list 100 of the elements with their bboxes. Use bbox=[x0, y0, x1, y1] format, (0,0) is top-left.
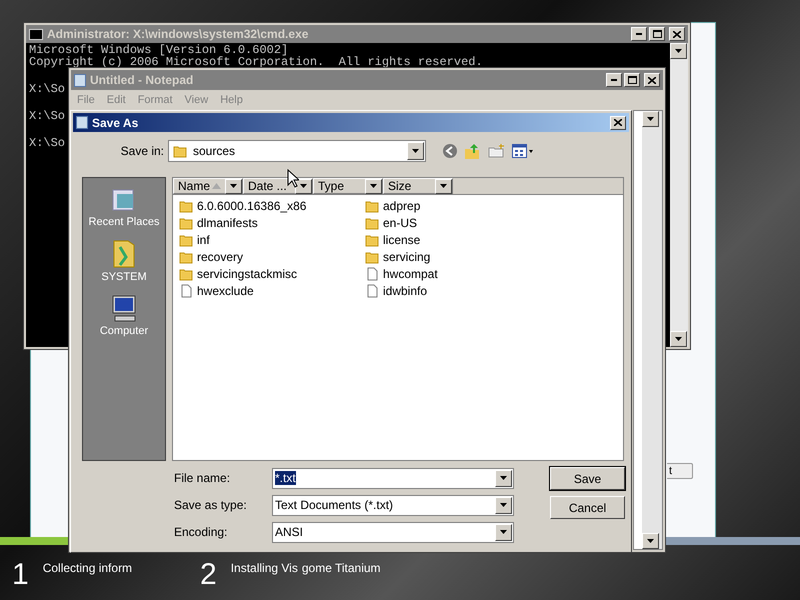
dropdown-arrow-button[interactable] bbox=[495, 524, 512, 540]
minimize-button[interactable] bbox=[606, 73, 622, 87]
folder-icon bbox=[365, 250, 379, 264]
console-line: Copyright (c) 2006 Microsoft Corporation. All rights reserved. bbox=[29, 56, 483, 68]
step-label: Installing Vis bbox=[230, 560, 298, 577]
list-entry[interactable]: dlmanifests bbox=[179, 214, 258, 231]
field-label: File name: bbox=[174, 470, 232, 487]
window-title: Administrator: X:\windows\system32\cmd.exe bbox=[47, 26, 310, 43]
list-entry[interactable]: recovery bbox=[179, 248, 244, 265]
caret-icon bbox=[500, 530, 507, 534]
folder-icon bbox=[179, 198, 193, 212]
back-icon[interactable] bbox=[442, 143, 458, 159]
column-header[interactable]: Size bbox=[383, 178, 453, 194]
field-label: Encoding: bbox=[174, 524, 228, 541]
caret-icon bbox=[370, 184, 377, 188]
column-header[interactable]: Name bbox=[173, 178, 243, 194]
list-entry[interactable]: idwbinfo bbox=[365, 282, 428, 299]
dropdown-arrow-button[interactable] bbox=[642, 533, 659, 549]
dialog-button[interactable]: Cancel bbox=[550, 496, 625, 519]
maximize-icon bbox=[628, 76, 636, 84]
place-item[interactable]: Computer bbox=[100, 293, 148, 340]
caret-icon bbox=[300, 184, 307, 188]
caret-icon bbox=[440, 184, 447, 188]
next-button[interactable]: t bbox=[667, 463, 693, 479]
minimize-button[interactable] bbox=[631, 27, 647, 41]
sort-ascending-icon bbox=[212, 183, 221, 189]
maximize-button[interactable] bbox=[649, 27, 665, 41]
document-icon bbox=[365, 284, 379, 298]
folder-icon bbox=[173, 144, 187, 158]
folder-icon bbox=[365, 198, 379, 212]
document-icon bbox=[365, 266, 379, 280]
notepad-icon bbox=[74, 74, 86, 86]
list-entry[interactable]: servicing bbox=[365, 248, 430, 265]
notepad-icon bbox=[76, 116, 88, 129]
minimize-icon bbox=[611, 79, 617, 81]
folder-icon bbox=[365, 216, 379, 230]
combo-field[interactable]: *.txt bbox=[272, 468, 514, 488]
dropdown-arrow-button[interactable] bbox=[435, 178, 452, 194]
combo-field[interactable]: ANSI bbox=[272, 522, 514, 542]
caret-icon bbox=[412, 149, 419, 153]
dropdown-arrow-button[interactable] bbox=[670, 331, 687, 347]
list-entry[interactable]: 6.0.6000.16386_x86 bbox=[179, 197, 306, 214]
folder-icon bbox=[179, 216, 193, 230]
dropdown-value: sources bbox=[193, 143, 236, 160]
field-label: Save in: bbox=[120, 143, 165, 160]
window-title: Save As bbox=[92, 114, 140, 132]
folder-icon bbox=[179, 232, 193, 246]
view-menu-icon[interactable] bbox=[512, 144, 534, 158]
caret-icon bbox=[675, 337, 682, 341]
dropdown-arrow-button[interactable] bbox=[495, 470, 512, 486]
list-entry[interactable]: inf bbox=[179, 231, 210, 248]
maximize-button[interactable] bbox=[624, 73, 640, 87]
place-item[interactable]: Recent Places bbox=[88, 184, 160, 230]
dropdown-arrow-button[interactable] bbox=[670, 43, 687, 59]
step-label: Collecting inform bbox=[42, 560, 132, 577]
folder-icon bbox=[179, 250, 193, 264]
list-entry[interactable]: hwcompat bbox=[365, 265, 438, 282]
close-button[interactable] bbox=[610, 116, 626, 130]
step-label: gome Titanium bbox=[302, 560, 381, 577]
step-number: 1 bbox=[12, 557, 29, 593]
dropdown-arrow-button[interactable] bbox=[495, 496, 512, 514]
close-button[interactable] bbox=[644, 73, 660, 87]
dropdown-arrow-button[interactable] bbox=[365, 178, 382, 194]
dialog-button[interactable]: Save bbox=[550, 467, 625, 490]
dropdown-arrow-button[interactable] bbox=[642, 111, 659, 127]
caret-icon bbox=[647, 117, 654, 121]
console-icon bbox=[29, 28, 43, 40]
list-entry[interactable]: servicingstackmisc bbox=[179, 265, 298, 282]
console-line: X:\So bbox=[29, 110, 66, 122]
list-entry[interactable]: en-US bbox=[365, 214, 418, 231]
close-icon bbox=[614, 119, 622, 126]
close-button[interactable] bbox=[669, 27, 685, 41]
dropdown-arrow-button[interactable] bbox=[225, 178, 242, 194]
document-icon bbox=[179, 284, 193, 298]
dropdown-arrow-button[interactable] bbox=[407, 142, 424, 160]
field-label: Save as type: bbox=[174, 497, 248, 514]
close-icon bbox=[673, 30, 681, 38]
combo-field[interactable]: Text Documents (*.txt) bbox=[272, 494, 514, 516]
list-entry[interactable]: license bbox=[365, 231, 420, 248]
close-icon bbox=[648, 76, 656, 84]
place-item[interactable]: SYSTEM bbox=[101, 238, 147, 285]
list-entry[interactable]: hwexclude bbox=[179, 282, 254, 299]
folder-icon bbox=[110, 238, 137, 268]
list-entry[interactable]: adprep bbox=[365, 197, 420, 214]
dropdown-arrow-button[interactable] bbox=[295, 178, 312, 194]
window-title: Untitled - Notepad bbox=[90, 72, 194, 89]
console-line: X:\So bbox=[29, 83, 66, 95]
folder-icon bbox=[179, 266, 193, 280]
caret-icon bbox=[230, 184, 237, 188]
maximize-icon bbox=[652, 30, 662, 38]
column-header[interactable]: Type bbox=[313, 178, 383, 194]
minimize-icon bbox=[636, 33, 642, 35]
caret-icon bbox=[500, 476, 507, 480]
console-line: Microsoft Windows [Version 6.0.6002] bbox=[29, 44, 288, 56]
save-in-dropdown[interactable]: sources bbox=[168, 140, 426, 162]
caret-icon bbox=[675, 49, 682, 53]
step-number: 2 bbox=[200, 557, 217, 593]
console-line: X:\So bbox=[29, 137, 66, 149]
caret-icon bbox=[500, 503, 507, 507]
folder-icon bbox=[365, 232, 379, 246]
